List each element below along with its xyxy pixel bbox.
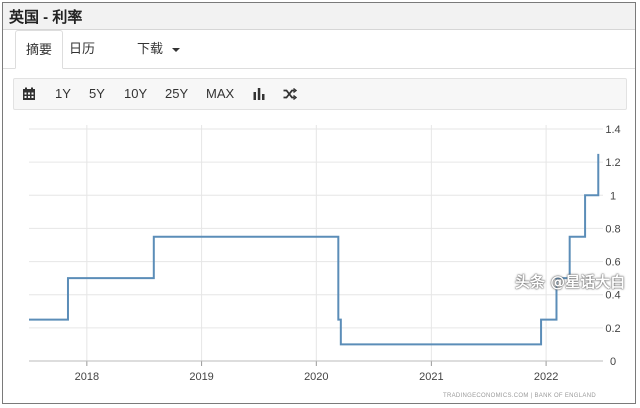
calendar-icon[interactable] [22,87,36,101]
y-tick-label: 1.2 [605,157,620,169]
overlay-logo-text: 头条 @星话大白 [515,273,626,291]
tab-summary[interactable]: 摘要 [15,30,64,69]
y-tick-label: 0.8 [605,223,620,235]
tab-download-label: 下载 [137,41,164,56]
tab-download[interactable]: 下载 [137,30,180,68]
range-1y-button[interactable]: 1Y [55,79,71,109]
range-max-button[interactable]: MAX [206,79,234,109]
range-5y-button[interactable]: 5Y [89,79,105,109]
x-tick-label: 2022 [534,371,558,383]
tab-summary-label: 摘要 [26,42,53,57]
chevron-down-icon [171,47,180,52]
page-title: 英国 - 利率 [9,9,83,26]
y-tick-label: 0.6 [605,257,620,269]
y-tick-label: 1 [610,190,616,202]
x-tick-label: 2019 [189,371,213,383]
y-tick-label: 0 [610,356,616,368]
tab-calendar-label: 日历 [69,41,96,56]
x-tick-label: 2018 [75,371,99,383]
x-tick-label: 2021 [419,371,443,383]
tab-calendar[interactable]: 日历 [69,30,95,68]
chart-area: 0 0.2 0.4 0.6 0.8 1 1.2 1.4 2018 2019 2020 2021 2022… [3,115,635,403]
bar-chart-icon[interactable] [252,87,266,101]
chart-widget: 英国 - 利率 摘要 日历 下载 1Y 5Y 10Y 25Y MAX 0 0.2… [2,2,636,404]
rate-line-chart: 00.20.40.60.811.21.42018 2019 2020 2021 2022 [29,124,621,383]
range-10y-button[interactable]: 10Y [124,79,147,109]
series-line [29,153,600,346]
title-bar: 英国 - 利率 [3,3,635,30]
range-25y-button[interactable]: 25Y [165,79,188,109]
tab-bar: 摘要 日历 下载 [3,30,635,69]
source-watermark: TRADINGECONOMICS.COM | BANK OF ENGLAND [443,393,596,399]
y-tick-label: 0.2 [605,323,620,335]
y-tick-label: 1.4 [605,124,620,136]
shuffle-icon[interactable] [283,87,297,101]
x-tick-label: 2020 [304,371,328,383]
chart-toolbar: 1Y 5Y 10Y 25Y MAX [13,78,627,110]
